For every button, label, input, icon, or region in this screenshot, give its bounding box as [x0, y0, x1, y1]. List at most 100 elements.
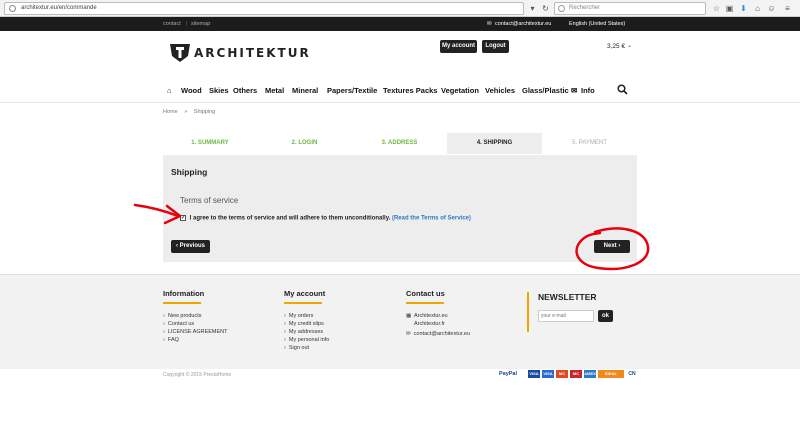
mail-icon: ✉: [571, 86, 578, 95]
footer-link[interactable]: › LICENSE AGREEMENT: [163, 328, 228, 336]
tos-agree-text: I agree to the terms of service and will…: [189, 215, 391, 222]
site-footer: Information › New products › Contact us …: [0, 274, 800, 369]
site-header: ARCHITEKTUR My account Logout 3,25 € ⌄: [0, 31, 800, 77]
breadcrumb: Home » Shipping: [163, 109, 215, 115]
step-address[interactable]: 3. ADDRESS: [352, 133, 447, 154]
mail-icon: ✉: [406, 331, 411, 337]
step-payment: 5. PAYMENT: [572, 140, 607, 146]
checkout-steps: 1. SUMMARY 2. LOGIN 3. ADDRESS 4. SHIPPI…: [163, 133, 637, 154]
clipboard-icon[interactable]: ▣: [725, 4, 734, 13]
search-icon: [558, 5, 565, 12]
step-shipping: 4. SHIPPING: [447, 133, 542, 154]
step-login[interactable]: 2. LOGIN: [257, 133, 352, 154]
logo-shield-icon[interactable]: [168, 42, 192, 64]
search-icon[interactable]: [617, 84, 628, 95]
footer-link[interactable]: › FAQ: [163, 336, 228, 344]
footer-link[interactable]: › My personal info: [284, 336, 329, 344]
top-bar: contact | sitemap ✉ contact@architextur.…: [0, 17, 800, 31]
tos-checkbox[interactable]: ✓: [180, 215, 186, 221]
next-label: Next: [603, 243, 617, 249]
newsletter-email-input[interactable]: [538, 310, 594, 322]
previous-label: Previous: [179, 243, 206, 249]
maestro-icon: MC: [570, 370, 582, 378]
nav-item-papers-textile[interactable]: Papers/Textile: [327, 86, 377, 95]
nav-item-wood[interactable]: Wood: [181, 86, 202, 95]
footer-link[interactable]: › Contact us: [163, 320, 228, 328]
main-nav: ⌂ Wood Skies Others Metal Mineral Papers…: [0, 77, 800, 103]
read-tos-link[interactable]: (Read the Terms of Service): [392, 216, 471, 222]
nav-item-info[interactable]: Info: [581, 86, 595, 95]
nav-item-mineral[interactable]: Mineral: [292, 86, 318, 95]
url-text: architextur.eu/en/commande: [21, 5, 97, 11]
visa-icon: VISA: [528, 370, 540, 378]
cart-total[interactable]: 3,25 €: [607, 43, 625, 50]
footer-link[interactable]: › New products: [163, 312, 228, 320]
nav-item-others[interactable]: Others: [233, 86, 257, 95]
footer-link[interactable]: › My credit slips: [284, 320, 329, 328]
info-icon: [9, 5, 16, 12]
chevron-right-icon: ›: [616, 243, 621, 249]
address-bar[interactable]: architextur.eu/en/commande: [4, 2, 524, 15]
footer-newsletter: NEWSLETTER ok: [527, 292, 618, 332]
nav-item-textures-packs[interactable]: Textures Packs: [383, 86, 437, 95]
email-link[interactable]: contact@architextur.eu: [495, 17, 551, 31]
nav-item-vegetation[interactable]: Vegetation: [441, 86, 479, 95]
shipping-panel: Shipping Terms of service ✓ I agree to t…: [163, 155, 637, 262]
sitemap-link[interactable]: sitemap: [191, 17, 210, 31]
account-icon[interactable]: ☺: [767, 4, 776, 13]
nav-item-glass-plastic[interactable]: Glass/Plastic: [522, 86, 569, 95]
browser-toolbar: architextur.eu/en/commande ▾ ↻ Recherche…: [0, 0, 800, 17]
footer-link[interactable]: › My addresses: [284, 328, 329, 336]
contact-email[interactable]: ✉ contact@architextur.eu: [406, 330, 470, 338]
nav-item-metal[interactable]: Metal: [265, 86, 284, 95]
divider: [284, 302, 322, 304]
bank-transfer-icon: IDEAL: [598, 370, 624, 378]
footer-information: Information › New products › Contact us …: [163, 289, 228, 344]
logo-text[interactable]: ARCHITEKTUR: [194, 46, 311, 60]
breadcrumb-separator: »: [184, 109, 188, 115]
mastercard-icon: MC: [556, 370, 568, 378]
menu-icon[interactable]: ≡: [783, 4, 792, 13]
divider: [406, 302, 444, 304]
tos-agreement: ✓ I agree to the terms of service and wi…: [180, 215, 471, 222]
language-selector[interactable]: English (United States): [569, 17, 625, 31]
nav-item-vehicles[interactable]: Vehicles: [485, 86, 515, 95]
reload-icon[interactable]: ↻: [541, 4, 550, 13]
nav-item-skies[interactable]: Skies: [209, 86, 229, 95]
visa-electron-icon: VISA: [542, 370, 554, 378]
step-summary[interactable]: 1. SUMMARY: [163, 133, 257, 154]
tos-heading: Terms of service: [180, 196, 239, 205]
amex-icon: AMEX: [584, 370, 596, 378]
previous-button[interactable]: ‹ Previous: [171, 240, 210, 253]
logout-button[interactable]: Logout: [482, 40, 509, 53]
breadcrumb-current: Shipping: [193, 109, 216, 115]
copyright: Copyright © 2015 PrestaHome: [163, 372, 232, 378]
footer-contact-title: Contact us: [406, 289, 445, 298]
footer-account: My account › My orders › My credit slips…: [284, 289, 329, 352]
newsletter-ok-button[interactable]: ok: [598, 310, 613, 322]
download-icon[interactable]: ⬇: [739, 4, 748, 13]
paypal-icon: PayPal: [498, 371, 518, 377]
contact-line-1: ▦ Architextur.eu: [406, 313, 448, 319]
divider: [163, 302, 201, 304]
home-icon[interactable]: ⌂: [753, 4, 762, 13]
contact-link[interactable]: contact: [163, 17, 181, 31]
next-button[interactable]: Next ›: [594, 240, 630, 253]
search-box[interactable]: Rechercher: [554, 2, 706, 15]
footer-link[interactable]: › Sign out: [284, 344, 329, 352]
dropdown-icon[interactable]: ▾: [528, 4, 537, 13]
contact-line-2: Architextur.fr: [414, 321, 445, 327]
chevron-down-icon[interactable]: ⌄: [627, 42, 632, 49]
footer-link[interactable]: › My orders: [284, 312, 329, 320]
footer-contact: Contact us ▦ Architextur.eu Architextur.…: [406, 289, 470, 338]
newsletter-title: NEWSLETTER: [538, 292, 597, 302]
breadcrumb-home[interactable]: Home: [163, 109, 178, 115]
search-placeholder: Rechercher: [569, 5, 601, 11]
bookmark-star-icon[interactable]: ☆: [712, 4, 721, 13]
home-icon[interactable]: ⌂: [167, 86, 172, 95]
cn-icon: CN: [628, 371, 636, 377]
my-account-button[interactable]: My account: [440, 40, 477, 53]
mail-icon: ✉: [487, 21, 492, 27]
footer-account-title: My account: [284, 289, 326, 298]
divider: |: [186, 21, 188, 27]
